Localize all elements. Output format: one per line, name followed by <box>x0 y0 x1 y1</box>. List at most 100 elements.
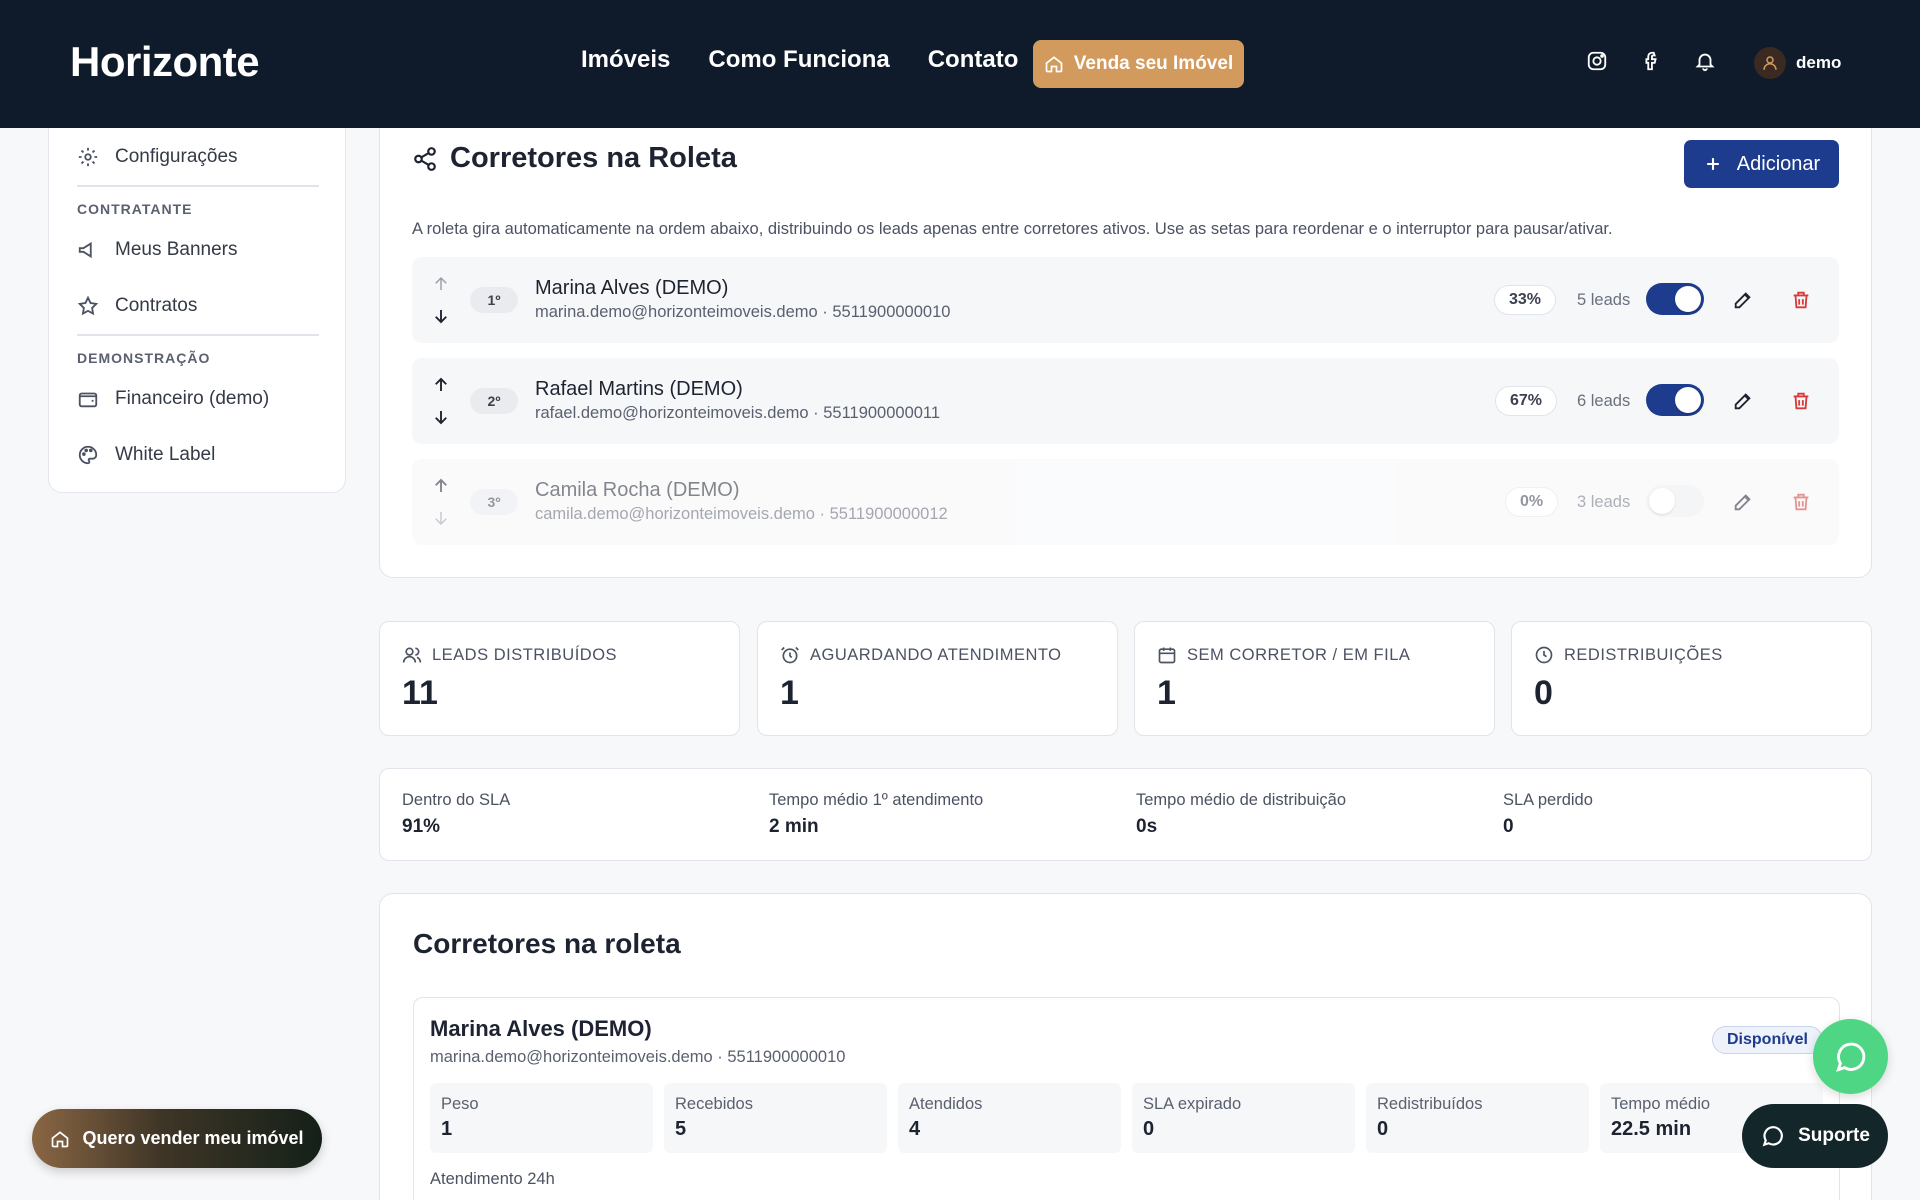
sidebar-item-white-label[interactable]: White Label <box>77 444 215 466</box>
broker-contact: marina.demo@horizonteimoveis.demo · 5511… <box>430 1048 846 1066</box>
toggle-knob <box>1675 387 1701 413</box>
share-icon <box>414 146 436 171</box>
broker-row: 1º Marina Alves (DEMO) marina.demo@horiz… <box>412 257 1839 343</box>
roleta-title: Corretores na Roleta <box>412 142 737 175</box>
sidebar-item-configuracoes[interactable]: Configurações <box>77 146 238 168</box>
site-logo[interactable]: Horizonte <box>70 38 260 86</box>
metric-box: Peso 1 <box>430 1083 653 1153</box>
stat-card-aguardando: AGUARDANDO ATENDIMENTO 1 <box>757 621 1118 736</box>
delete-icon[interactable] <box>1788 287 1814 313</box>
sidebar-item-financeiro[interactable]: Financeiro (demo) <box>77 388 269 410</box>
broker-name: Marina Alves (DEMO) <box>430 1016 652 1041</box>
sla-value: 2 min <box>769 816 819 837</box>
position-badge: 1º <box>470 287 518 313</box>
broker-percentage: 33% <box>1494 285 1557 315</box>
bell-icon[interactable] <box>1692 48 1718 74</box>
metric-value: 0 <box>1143 1118 1155 1140</box>
divider <box>77 334 319 336</box>
metric-box: Atendidos 4 <box>898 1083 1121 1153</box>
top-navbar: Horizonte Imóveis Como Funciona Contato … <box>0 0 1920 128</box>
broker-row-paused: 3º Camila Rocha (DEMO) camila.demo@horiz… <box>412 459 1839 545</box>
sell-property-float-button[interactable]: Quero vender meu imóvel <box>32 1109 322 1168</box>
user-name: demo <box>1796 53 1842 72</box>
arrow-up-icon[interactable] <box>432 275 450 293</box>
stat-label: REDISTRIBUIÇÕES <box>1534 645 1723 665</box>
sidebar: Configurações CONTRATANTE Meus Banners C… <box>48 100 346 493</box>
delete-icon[interactable] <box>1788 388 1814 414</box>
broker-leads-count: 6 leads <box>1577 392 1631 410</box>
broker-name: Rafael Martins (DEMO) <box>535 378 743 400</box>
arrow-up-icon[interactable] <box>432 477 450 495</box>
reorder-arrows <box>430 477 452 527</box>
roleta-title-text: Corretores na Roleta <box>450 142 737 174</box>
broker-leads-count: 3 leads <box>1577 493 1631 511</box>
palette-icon <box>78 445 98 465</box>
arrow-up-icon[interactable] <box>432 376 450 394</box>
stat-label: SEM CORRETOR / EM FILA <box>1157 645 1410 665</box>
toggle-knob <box>1675 286 1701 312</box>
metric-value: 1 <box>441 1118 453 1140</box>
edit-icon[interactable] <box>1730 388 1756 414</box>
stat-card-leads-distribuidos: LEADS DISTRIBUÍDOS 11 <box>379 621 740 736</box>
sla-label: Tempo médio 1º atendimento <box>769 791 984 809</box>
nav-link-como-funciona[interactable]: Como Funciona <box>708 46 889 74</box>
edit-icon[interactable] <box>1730 489 1756 515</box>
broker-active-toggle[interactable] <box>1646 283 1704 315</box>
broker-row: 2º Rafael Martins (DEMO) rafael.demo@hor… <box>412 358 1839 444</box>
sla-item: Tempo médio 1º atendimento 2 min <box>769 791 983 838</box>
metric-box: Recebidos 5 <box>664 1083 887 1153</box>
nav-link-contato[interactable]: Contato <box>928 46 1019 74</box>
broker-percentage: 0% <box>1505 487 1559 517</box>
support-button[interactable]: Suporte <box>1742 1104 1888 1168</box>
arrow-down-icon[interactable] <box>432 509 450 527</box>
metric-label: Recebidos <box>675 1095 753 1113</box>
calendar-icon <box>1158 647 1176 664</box>
sell-property-button[interactable]: Venda seu Imóvel <box>1033 40 1244 88</box>
delete-icon[interactable] <box>1788 489 1814 515</box>
arrow-down-icon[interactable] <box>432 307 450 325</box>
broker-active-toggle[interactable] <box>1646 485 1704 517</box>
alarm-icon <box>781 646 799 664</box>
users-icon <box>402 647 422 663</box>
status-badge: Disponível <box>1712 1026 1823 1054</box>
whatsapp-button[interactable] <box>1813 1019 1888 1094</box>
sidebar-item-label: Meus Banners <box>115 239 238 260</box>
stat-value: 0 <box>1534 674 1553 712</box>
sidebar-item-banners[interactable]: Meus Banners <box>77 239 238 261</box>
broker-active-toggle[interactable] <box>1646 384 1704 416</box>
wallet-icon <box>78 392 98 408</box>
stat-label: AGUARDANDO ATENDIMENTO <box>780 645 1062 665</box>
plus-icon <box>1706 158 1719 170</box>
sla-item: SLA perdido 0 <box>1503 791 1593 838</box>
sidebar-item-contratos[interactable]: Contratos <box>77 295 197 317</box>
support-label: Suporte <box>1798 1125 1870 1146</box>
edit-icon[interactable] <box>1730 287 1756 313</box>
position-badge: 3º <box>470 489 518 515</box>
broker-leads-count: 5 leads <box>1577 291 1631 309</box>
metric-label: SLA expirado <box>1143 1095 1242 1113</box>
sla-value: 0s <box>1136 816 1158 837</box>
metric-box: Redistribuídos 0 <box>1366 1083 1589 1153</box>
instagram-icon[interactable] <box>1584 48 1610 74</box>
metric-value: 22.5 min <box>1611 1118 1692 1140</box>
clock-icon <box>1535 646 1553 664</box>
arrow-down-icon[interactable] <box>432 408 450 426</box>
user-menu[interactable]: demo <box>1754 47 1841 79</box>
sla-label: Tempo médio de distribuição <box>1136 791 1347 809</box>
facebook-icon[interactable] <box>1638 48 1664 74</box>
section-heading-contratante: CONTRATANTE <box>77 201 193 217</box>
stat-label-text: LEADS DISTRIBUÍDOS <box>432 645 618 664</box>
broker-name: Camila Rocha (DEMO) <box>535 479 740 501</box>
stat-value: 1 <box>780 674 799 712</box>
brokers-detail-card: Corretores na roleta Marina Alves (DEMO)… <box>379 893 1872 1200</box>
whatsapp-icon <box>1835 1042 1865 1072</box>
sidebar-item-label: Configurações <box>115 146 238 167</box>
nav-link-imoveis[interactable]: Imóveis <box>581 46 670 74</box>
add-broker-button[interactable]: Adicionar <box>1684 140 1839 188</box>
main-nav: Imóveis Como Funciona Contato <box>581 46 1018 74</box>
sla-card: Dentro do SLA 91% Tempo médio 1º atendim… <box>379 768 1872 861</box>
stat-label-text: AGUARDANDO ATENDIMENTO <box>810 645 1062 664</box>
metric-label: Atendidos <box>909 1095 983 1113</box>
gear-icon <box>78 147 98 167</box>
section-title: Corretores na roleta <box>413 928 681 959</box>
